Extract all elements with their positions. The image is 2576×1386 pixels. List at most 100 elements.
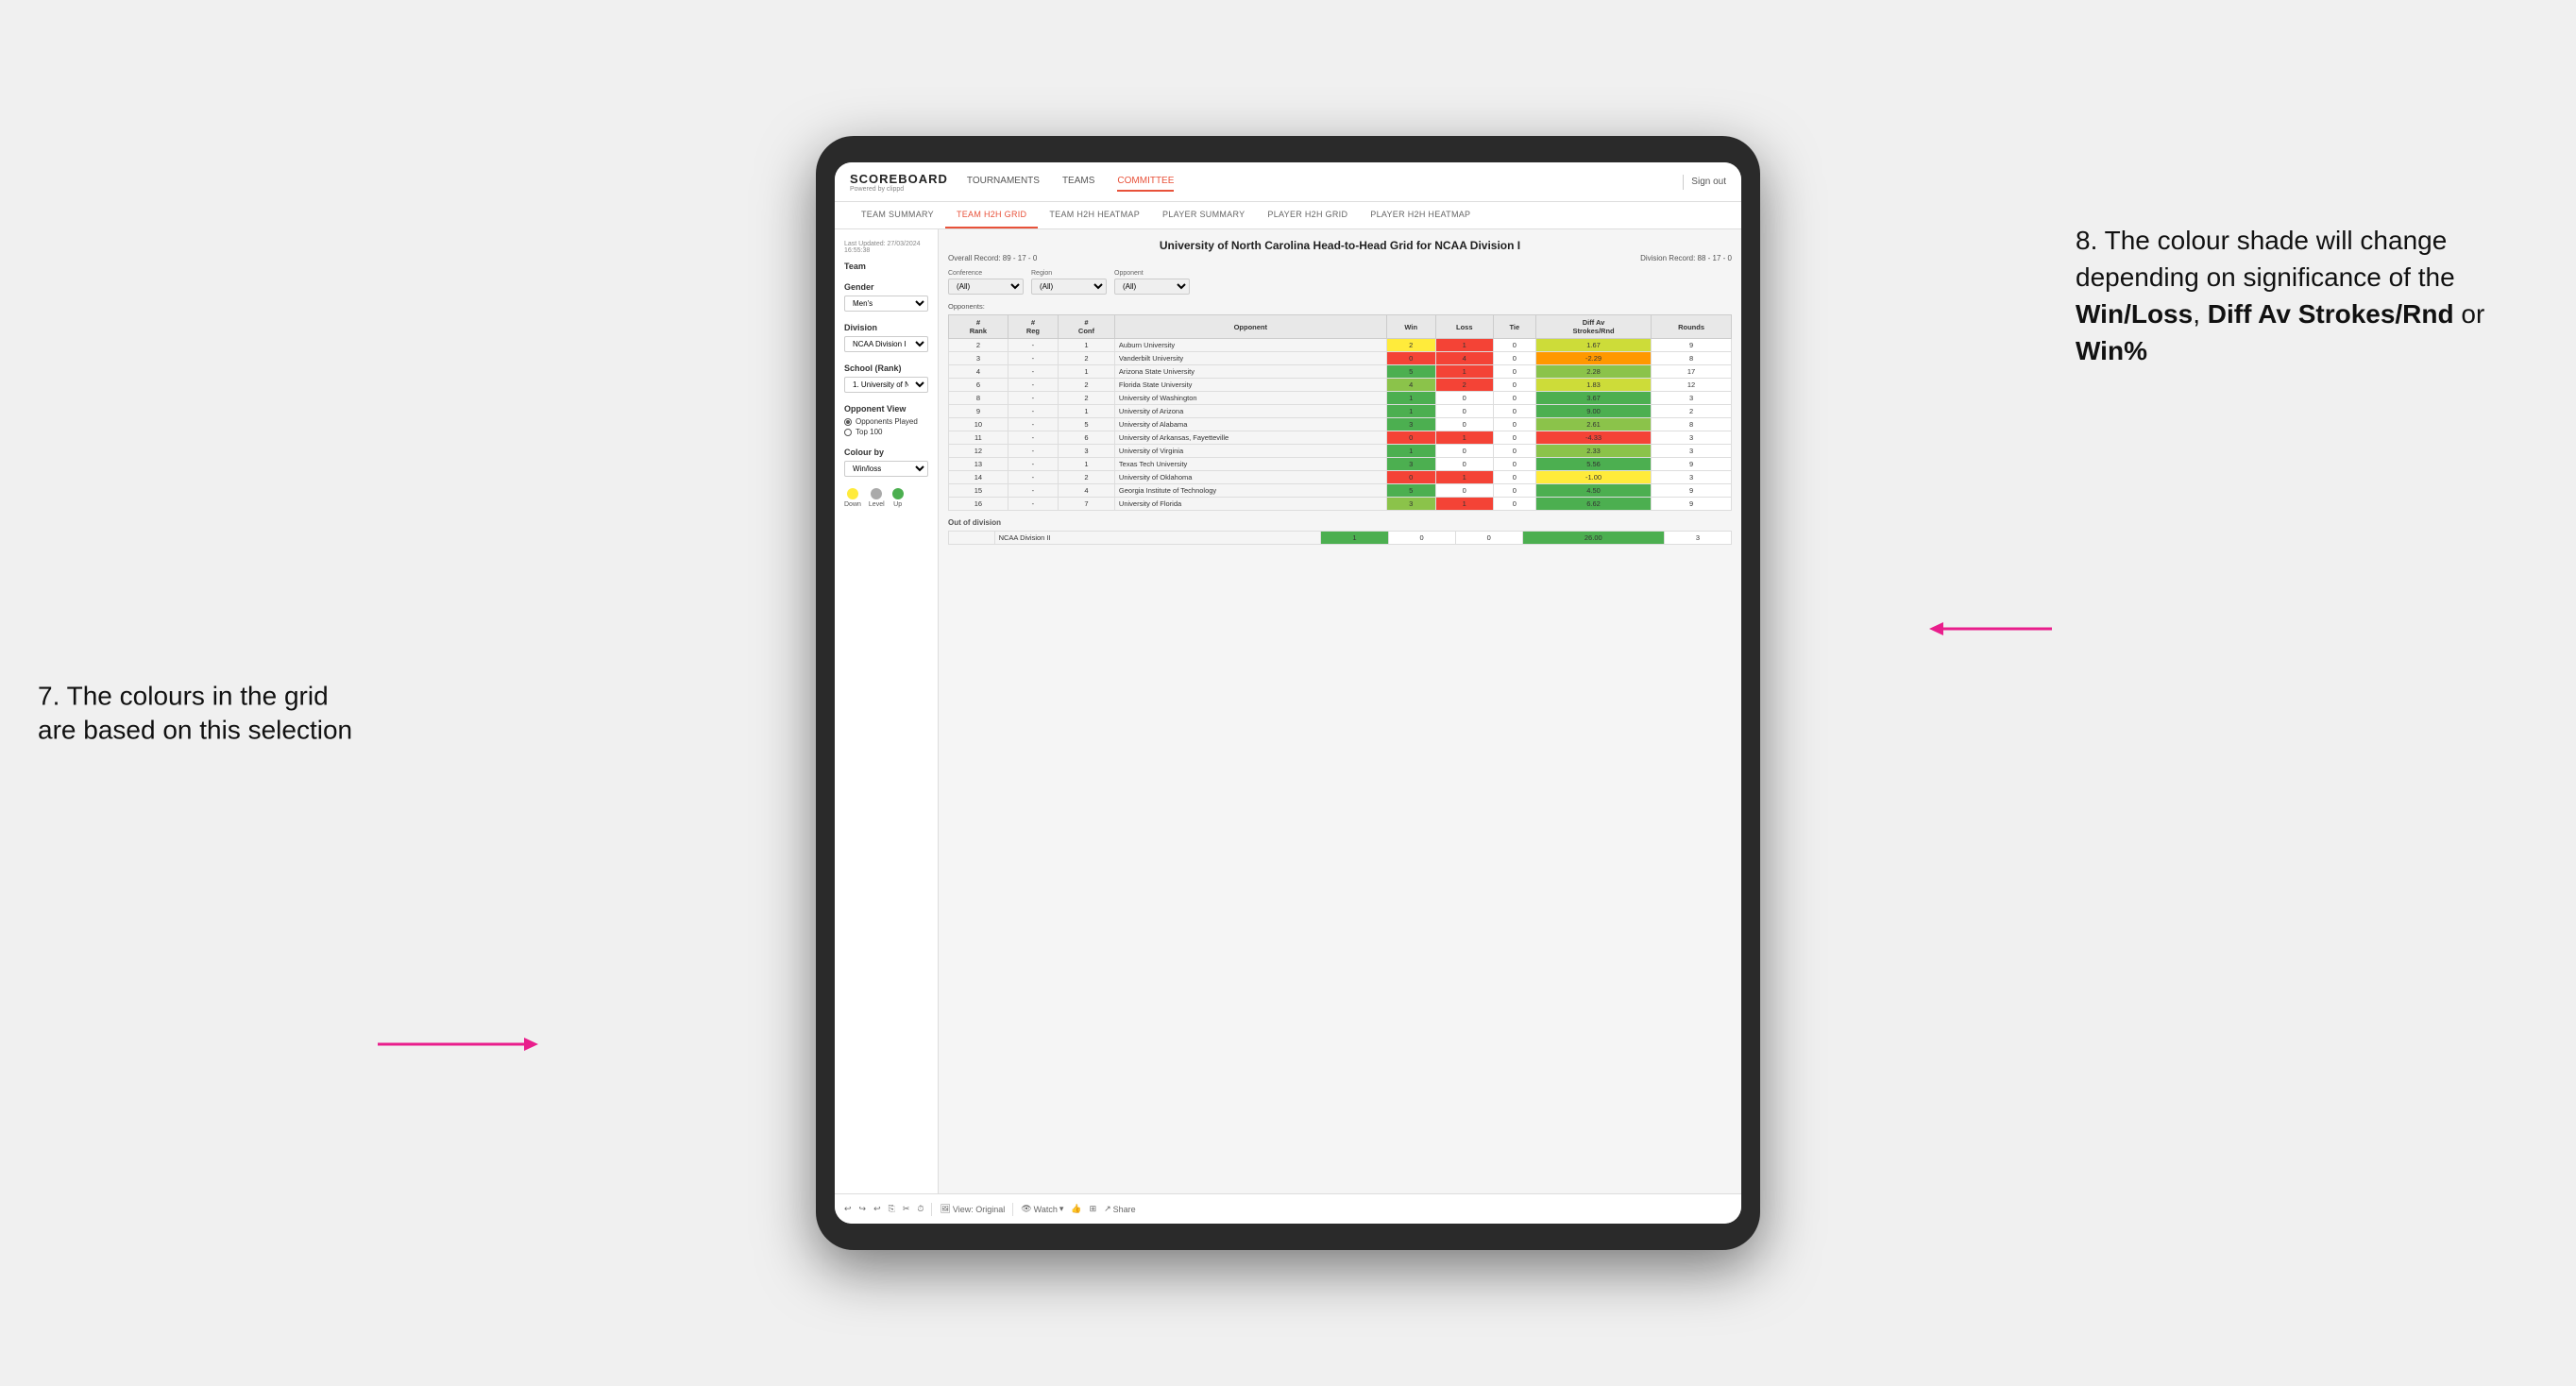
- toolbar-clock[interactable]: ⏱: [917, 1204, 924, 1214]
- logo-sub: Powered by clippd: [850, 186, 948, 193]
- view-original-btn[interactable]: 🖼 View: Original: [940, 1204, 1005, 1214]
- nav-tournaments[interactable]: TOURNAMENTS: [967, 172, 1040, 192]
- sidebar-school-section: School (Rank) 1. University of Nort...: [844, 363, 928, 393]
- nav-committee[interactable]: COMMITTEE: [1117, 172, 1174, 192]
- sub-nav-player-h2h-grid[interactable]: PLAYER H2H GRID: [1256, 202, 1359, 228]
- table-row: 12 - 3 University of Virginia 1 0 0 2.33…: [949, 445, 1732, 458]
- opponent-filter: Opponent (All): [1114, 270, 1190, 295]
- sidebar-gender-section: Gender Men's: [844, 282, 928, 312]
- legend-level: Level: [869, 488, 885, 508]
- annotation-left: 7. The colours in the grid are based on …: [38, 679, 359, 748]
- out-of-division-title: Out of division: [948, 518, 1732, 527]
- sidebar-opponent-view-section: Opponent View Opponents Played Top 100: [844, 404, 928, 436]
- annotation-bold-1: Win/Loss: [2076, 299, 2193, 329]
- conference-select[interactable]: (All): [948, 279, 1024, 295]
- toolbar-cut[interactable]: ✂: [903, 1204, 910, 1214]
- table-row: 10 - 5 University of Alabama 3 0 0 2.61 …: [949, 418, 1732, 431]
- nav-links: TOURNAMENTS TEAMS COMMITTEE: [967, 172, 1683, 192]
- sub-nav-player-h2h-heatmap[interactable]: PLAYER H2H HEATMAP: [1359, 202, 1482, 228]
- annotation-right-text: 8. The colour shade will change dependin…: [2076, 226, 2455, 292]
- grid-subtitle: Overall Record: 89 - 17 - 0 Division Rec…: [948, 254, 1732, 262]
- conference-filter-label: Conference: [948, 270, 1024, 277]
- opponent-select[interactable]: (All): [1114, 279, 1190, 295]
- radio-dot-2: [844, 429, 852, 436]
- sidebar-timestamp: Last Updated: 27/03/2024 16:55:38: [844, 241, 928, 254]
- col-opponent: Opponent: [1114, 315, 1386, 339]
- table-row: 4 - 1 Arizona State University 5 1 0 2.2…: [949, 365, 1732, 379]
- legend-level-circle: [871, 488, 882, 499]
- overall-record: Overall Record: 89 - 17 - 0: [948, 254, 1037, 262]
- sub-nav-team-summary[interactable]: TEAM SUMMARY: [850, 202, 945, 228]
- col-tie: Tie: [1493, 315, 1535, 339]
- share-btn[interactable]: ↗ Share: [1104, 1204, 1136, 1214]
- legend-down-label: Down: [844, 501, 861, 508]
- toolbar-sep-1: [931, 1203, 932, 1216]
- toolbar-back[interactable]: ↩: [873, 1204, 881, 1214]
- toolbar-copy[interactable]: ⎘: [889, 1204, 895, 1214]
- nav-bar: SCOREBOARD Powered by clippd TOURNAMENTS…: [835, 162, 1741, 202]
- sub-nav: TEAM SUMMARY TEAM H2H GRID TEAM H2H HEAT…: [835, 202, 1741, 229]
- logo-area: SCOREBOARD Powered by clippd: [850, 172, 948, 193]
- conference-filter: Conference (All): [948, 270, 1024, 295]
- nav-teams[interactable]: TEAMS: [1062, 172, 1094, 192]
- tablet-frame: SCOREBOARD Powered by clippd TOURNAMENTS…: [816, 136, 1760, 1250]
- table-row: NCAA Division II 1 0 0 26.00 3: [949, 532, 1732, 545]
- toolbar-redo[interactable]: ↪: [859, 1204, 867, 1214]
- col-diff: Diff AvStrokes/Rnd: [1535, 315, 1651, 339]
- grid-title: University of North Carolina Head-to-Hea…: [948, 239, 1732, 252]
- table-row: 6 - 2 Florida State University 4 2 0 1.8…: [949, 379, 1732, 392]
- annotation-right: 8. The colour shade will change dependin…: [2076, 222, 2548, 370]
- school-select[interactable]: 1. University of Nort...: [844, 377, 928, 393]
- table-row: 2 - 1 Auburn University 2 1 0 1.67 9: [949, 339, 1732, 352]
- watch-btn[interactable]: 👁 Watch ▾: [1021, 1204, 1063, 1214]
- sign-out-link[interactable]: Sign out: [1691, 177, 1726, 187]
- sidebar-colour-by-label: Colour by: [844, 448, 928, 457]
- table-row: 13 - 1 Texas Tech University 3 0 0 5.56 …: [949, 458, 1732, 471]
- toolbar-sep-2: [1012, 1203, 1013, 1216]
- col-win: Win: [1386, 315, 1435, 339]
- opponent-view-radio-group: Opponents Played Top 100: [844, 417, 928, 436]
- toolbar-bottom: ↩ ↪ ↩ ⎘ ✂ ⏱ 🖼 View: Original 👁 Watch ▾ 👍…: [835, 1193, 1741, 1224]
- sidebar-team-section: Team: [844, 262, 928, 271]
- toolbar-icon2[interactable]: ⊞: [1090, 1204, 1097, 1214]
- toolbar-undo[interactable]: ↩: [844, 1204, 852, 1214]
- sidebar-gender-label: Gender: [844, 282, 928, 292]
- legend-up-label: Up: [893, 501, 902, 508]
- radio-dot-1: [844, 418, 852, 426]
- legend-level-label: Level: [869, 501, 885, 508]
- nav-divider: [1683, 175, 1684, 190]
- region-select[interactable]: (All): [1031, 279, 1107, 295]
- annotation-left-text: 7. The colours in the grid are based on …: [38, 681, 352, 744]
- data-table: #Rank #Reg #Conf Opponent Win Loss Tie D…: [948, 314, 1732, 511]
- colour-by-select[interactable]: Win/loss: [844, 461, 928, 477]
- radio-opponents-played[interactable]: Opponents Played: [844, 417, 928, 426]
- opponents-label: Opponents:: [948, 302, 1732, 311]
- legend-down-circle: [847, 488, 858, 499]
- col-rank: #Rank: [949, 315, 1008, 339]
- gender-select[interactable]: Men's: [844, 296, 928, 312]
- sidebar-team-label: Team: [844, 262, 928, 271]
- arrow-left-icon: [368, 1025, 538, 1063]
- sidebar-colour-by-section: Colour by Win/loss: [844, 448, 928, 477]
- tablet-screen: SCOREBOARD Powered by clippd TOURNAMENTS…: [835, 162, 1741, 1224]
- color-legend: Down Level Up: [844, 488, 928, 508]
- division-select[interactable]: NCAA Division I: [844, 336, 928, 352]
- legend-up-circle: [892, 488, 904, 499]
- sub-nav-team-h2h-heatmap[interactable]: TEAM H2H HEATMAP: [1038, 202, 1151, 228]
- table-row: 9 - 1 University of Arizona 1 0 0 9.00 2: [949, 405, 1732, 418]
- toolbar-icon1[interactable]: 👍: [1071, 1204, 1081, 1214]
- col-loss: Loss: [1435, 315, 1493, 339]
- arrow-right-icon: [1929, 610, 2061, 648]
- col-conf: #Conf: [1059, 315, 1115, 339]
- sub-nav-team-h2h-grid[interactable]: TEAM H2H GRID: [945, 202, 1038, 228]
- legend-up: Up: [892, 488, 904, 508]
- radio-top100[interactable]: Top 100: [844, 428, 928, 436]
- sidebar-division-section: Division NCAA Division I: [844, 323, 928, 352]
- table-row: 8 - 2 University of Washington 1 0 0 3.6…: [949, 392, 1732, 405]
- opponent-filter-label: Opponent: [1114, 270, 1190, 277]
- annotation-bold-3: Win%: [2076, 336, 2147, 365]
- sub-nav-player-summary[interactable]: PLAYER SUMMARY: [1151, 202, 1256, 228]
- legend-down: Down: [844, 488, 861, 508]
- logo-text: SCOREBOARD: [850, 172, 948, 186]
- table-row: 16 - 7 University of Florida 3 1 0 6.62 …: [949, 498, 1732, 511]
